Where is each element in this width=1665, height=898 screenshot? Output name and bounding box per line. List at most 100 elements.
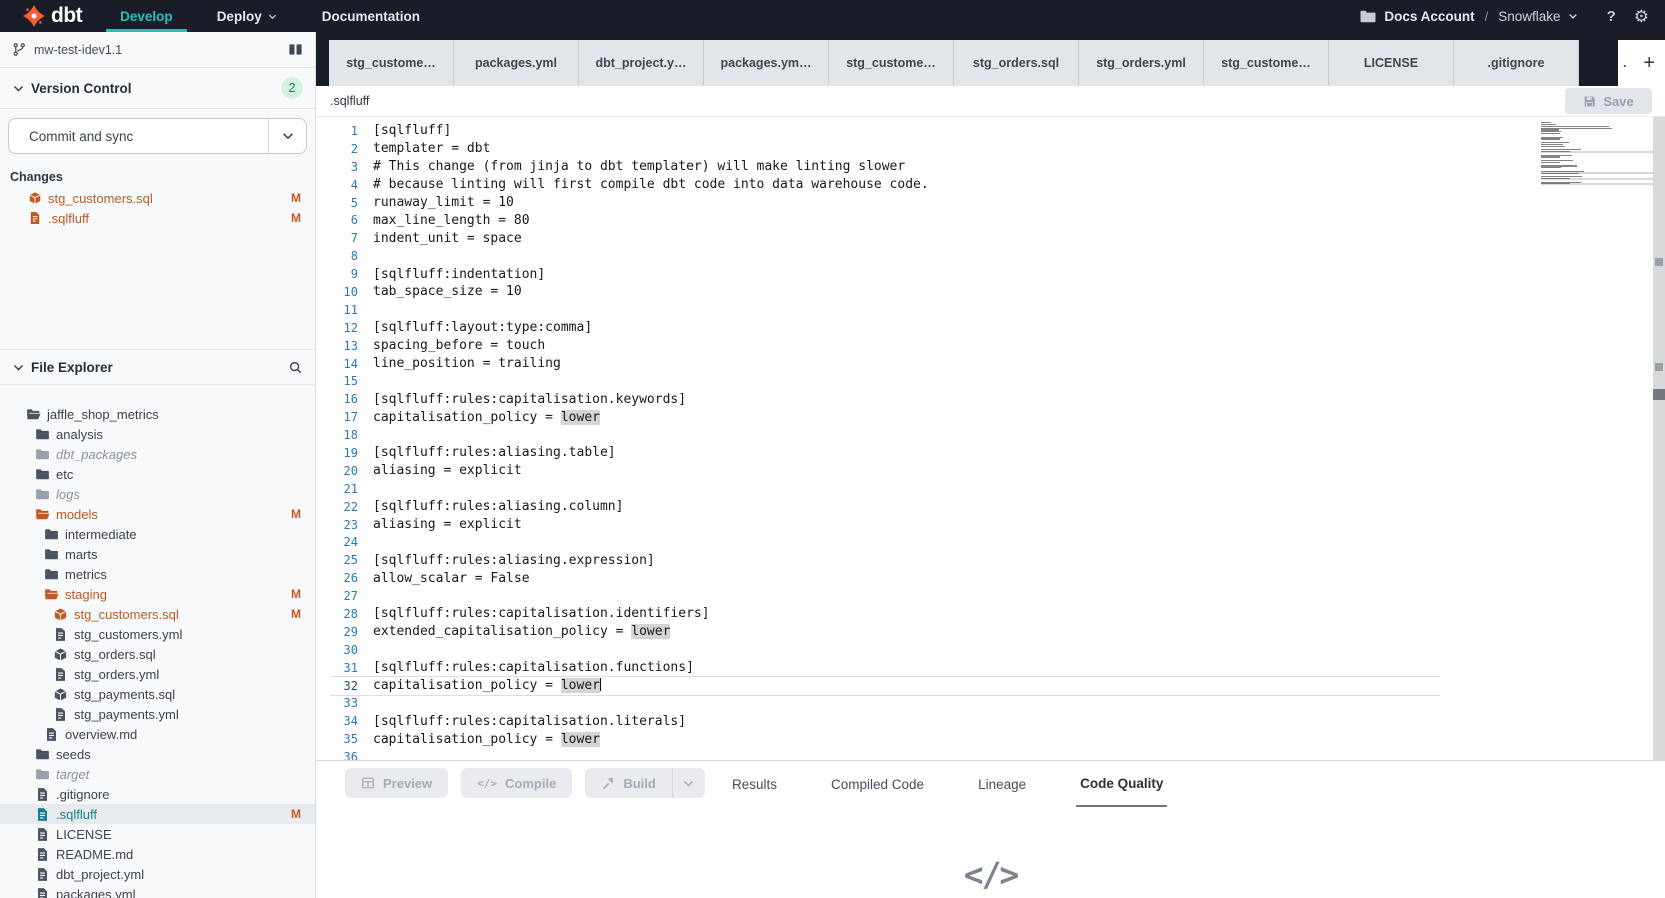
editor-tab[interactable]: stg_custome… [829,40,954,86]
code-line[interactable]: 28[sqlfluff:rules:capitalisation.identif… [330,605,1440,623]
bottom-tab-compiled-code[interactable]: Compiled Code [827,761,928,807]
code-line[interactable]: 12[sqlfluff:layout:type:comma] [330,319,1440,337]
editor-tab[interactable]: packages.yml [454,40,579,86]
code-line[interactable]: 6max_line_length = 80 [330,211,1440,229]
code-line[interactable]: 22[sqlfluff:rules:aliasing.column] [330,498,1440,516]
file-tree-item[interactable]: stg_payments.yml [0,704,315,724]
search-icon[interactable] [288,360,303,375]
account-selector[interactable]: Docs Account [1384,9,1474,24]
version-control-header[interactable]: Version Control 2 [0,68,315,109]
preview-button[interactable]: Preview [345,768,448,798]
file-tree-item[interactable]: analysis [0,424,315,444]
code-line[interactable]: 33 [330,695,1440,713]
file-tree-item[interactable]: dbt_packages [0,444,315,464]
help-icon[interactable]: ? [1607,8,1616,25]
menu-documentation[interactable]: Documentation [322,0,420,32]
file-tree-item[interactable]: LICENSE [0,824,315,844]
file-tree-item[interactable]: dbt_project.yml [0,864,315,884]
file-tree-item[interactable]: stg_payments.sql [0,684,315,704]
file-tree-item[interactable]: marts [0,544,315,564]
code-line[interactable]: 30 [330,641,1440,659]
code-line[interactable]: 21 [330,480,1440,498]
code-line[interactable]: 26allow_scalar = False [330,569,1440,587]
code-line[interactable]: 15 [330,372,1440,390]
build-options-button[interactable] [672,768,705,798]
file-tree-item[interactable]: logs [0,484,315,504]
code-line[interactable]: 31[sqlfluff:rules:capitalisation.functio… [330,659,1440,677]
dbt-logo[interactable]: dbt [22,4,82,28]
code-editor[interactable]: 1[sqlfluff]2templater = dbt3# This chang… [316,117,1665,760]
file-tree-item[interactable]: jaffle_shop_metrics [0,404,315,424]
code-line[interactable]: 27 [330,587,1440,605]
code-line[interactable]: 11 [330,301,1440,319]
chevron-down-icon[interactable] [1567,10,1579,22]
code-line[interactable]: 20aliasing = explicit [330,462,1440,480]
menu-develop[interactable]: Develop [120,0,173,32]
file-tree-item[interactable]: .sqlfluffM [0,804,315,824]
code-line[interactable]: 13spacing_before = touch [330,337,1440,355]
file-tree-item[interactable]: overview.md [0,724,315,744]
file-tree-item[interactable]: seeds [0,744,315,764]
code-line[interactable]: 3# This change (from jinja to dbt templa… [330,158,1440,176]
code-line[interactable]: 17capitalisation_policy = lower [330,408,1440,426]
code-line[interactable]: 29extended_capitalisation_policy = lower [330,623,1440,641]
new-tab-button[interactable]: + [1643,53,1655,73]
file-tree-item[interactable]: packages.yml [0,884,315,898]
code-line[interactable]: 10tab_space_size = 10 [330,283,1440,301]
editor-tab[interactable]: stg_orders.yml [1079,40,1204,86]
menu-deploy[interactable]: Deploy [217,0,278,32]
bottom-tab-results[interactable]: Results [728,761,781,807]
code-line[interactable]: 4# because linting will first compile db… [330,176,1440,194]
code-line[interactable]: 18 [330,426,1440,444]
commit-and-sync-button[interactable]: Commit and sync [8,118,307,154]
code-line[interactable]: 2templater = dbt [330,140,1440,158]
commit-options-button[interactable] [268,119,306,153]
editor-tab[interactable]: .gitignore [1454,40,1579,86]
code-line[interactable]: 19[sqlfluff:rules:aliasing.table] [330,444,1440,462]
changed-file-item[interactable]: .sqlfluffM [0,208,315,228]
editor-tab[interactable]: stg_orders.sql [954,40,1079,86]
gear-icon[interactable]: ⚙ [1634,8,1649,25]
changed-file-item[interactable]: stg_customers.sqlM [0,188,315,208]
code-line[interactable]: 16[sqlfluff:rules:capitalisation.keyword… [330,390,1440,408]
code-line[interactable]: 8 [330,247,1440,265]
toggle-panels-icon[interactable] [288,42,303,57]
save-button[interactable]: Save [1565,88,1652,114]
scrollbar[interactable] [1653,117,1665,760]
editor-tab[interactable]: stg_custome… [1204,40,1329,86]
file-tree-item[interactable]: target [0,764,315,784]
build-button[interactable]: Build [585,768,672,798]
code-line[interactable]: 5runaway_limit = 10 [330,194,1440,212]
connection-selector[interactable]: Snowflake [1498,9,1560,24]
bottom-tab-lineage[interactable]: Lineage [974,761,1030,807]
file-tree-item[interactable]: stg_orders.sql [0,644,315,664]
editor-tab[interactable]: packages.ym… [704,40,829,86]
file-tree-item[interactable]: intermediate [0,524,315,544]
file-tree-item[interactable]: etc [0,464,315,484]
file-explorer-header[interactable]: File Explorer [0,349,315,385]
code-line[interactable]: 7indent_unit = space [330,229,1440,247]
code-line[interactable]: 36 [330,748,1440,760]
code-line[interactable]: 35capitalisation_policy = lower [330,730,1440,748]
editor-tab[interactable]: stg_custome… [329,40,454,86]
file-tree-item[interactable]: stg_customers.sqlM [0,604,315,624]
compile-button[interactable]: </> Compile [461,768,572,798]
active-tab-partial[interactable]: . + [1618,40,1665,86]
code-line[interactable]: 32capitalisation_policy = lower [330,677,1440,695]
code-line[interactable]: 34[sqlfluff:rules:capitalisation.literal… [330,712,1440,730]
code-line[interactable]: 1[sqlfluff] [330,122,1440,140]
file-tree-item[interactable]: stg_customers.yml [0,624,315,644]
code-line[interactable]: 25[sqlfluff:rules:aliasing.expression] [330,551,1440,569]
code-line[interactable]: 9[sqlfluff:indentation] [330,265,1440,283]
code-line[interactable]: 23aliasing = explicit [330,516,1440,534]
file-tree-item[interactable]: README.md [0,844,315,864]
file-tree-item[interactable]: .gitignore [0,784,315,804]
code-line[interactable]: 14line_position = trailing [330,355,1440,373]
file-tree-item[interactable]: modelsM [0,504,315,524]
bottom-tab-code-quality[interactable]: Code Quality [1076,761,1167,807]
code-line[interactable]: 24 [330,533,1440,551]
editor-tab[interactable]: LICENSE [1329,40,1454,86]
file-tree-item[interactable]: stagingM [0,584,315,604]
file-tree-item[interactable]: metrics [0,564,315,584]
file-tree-item[interactable]: stg_orders.yml [0,664,315,684]
